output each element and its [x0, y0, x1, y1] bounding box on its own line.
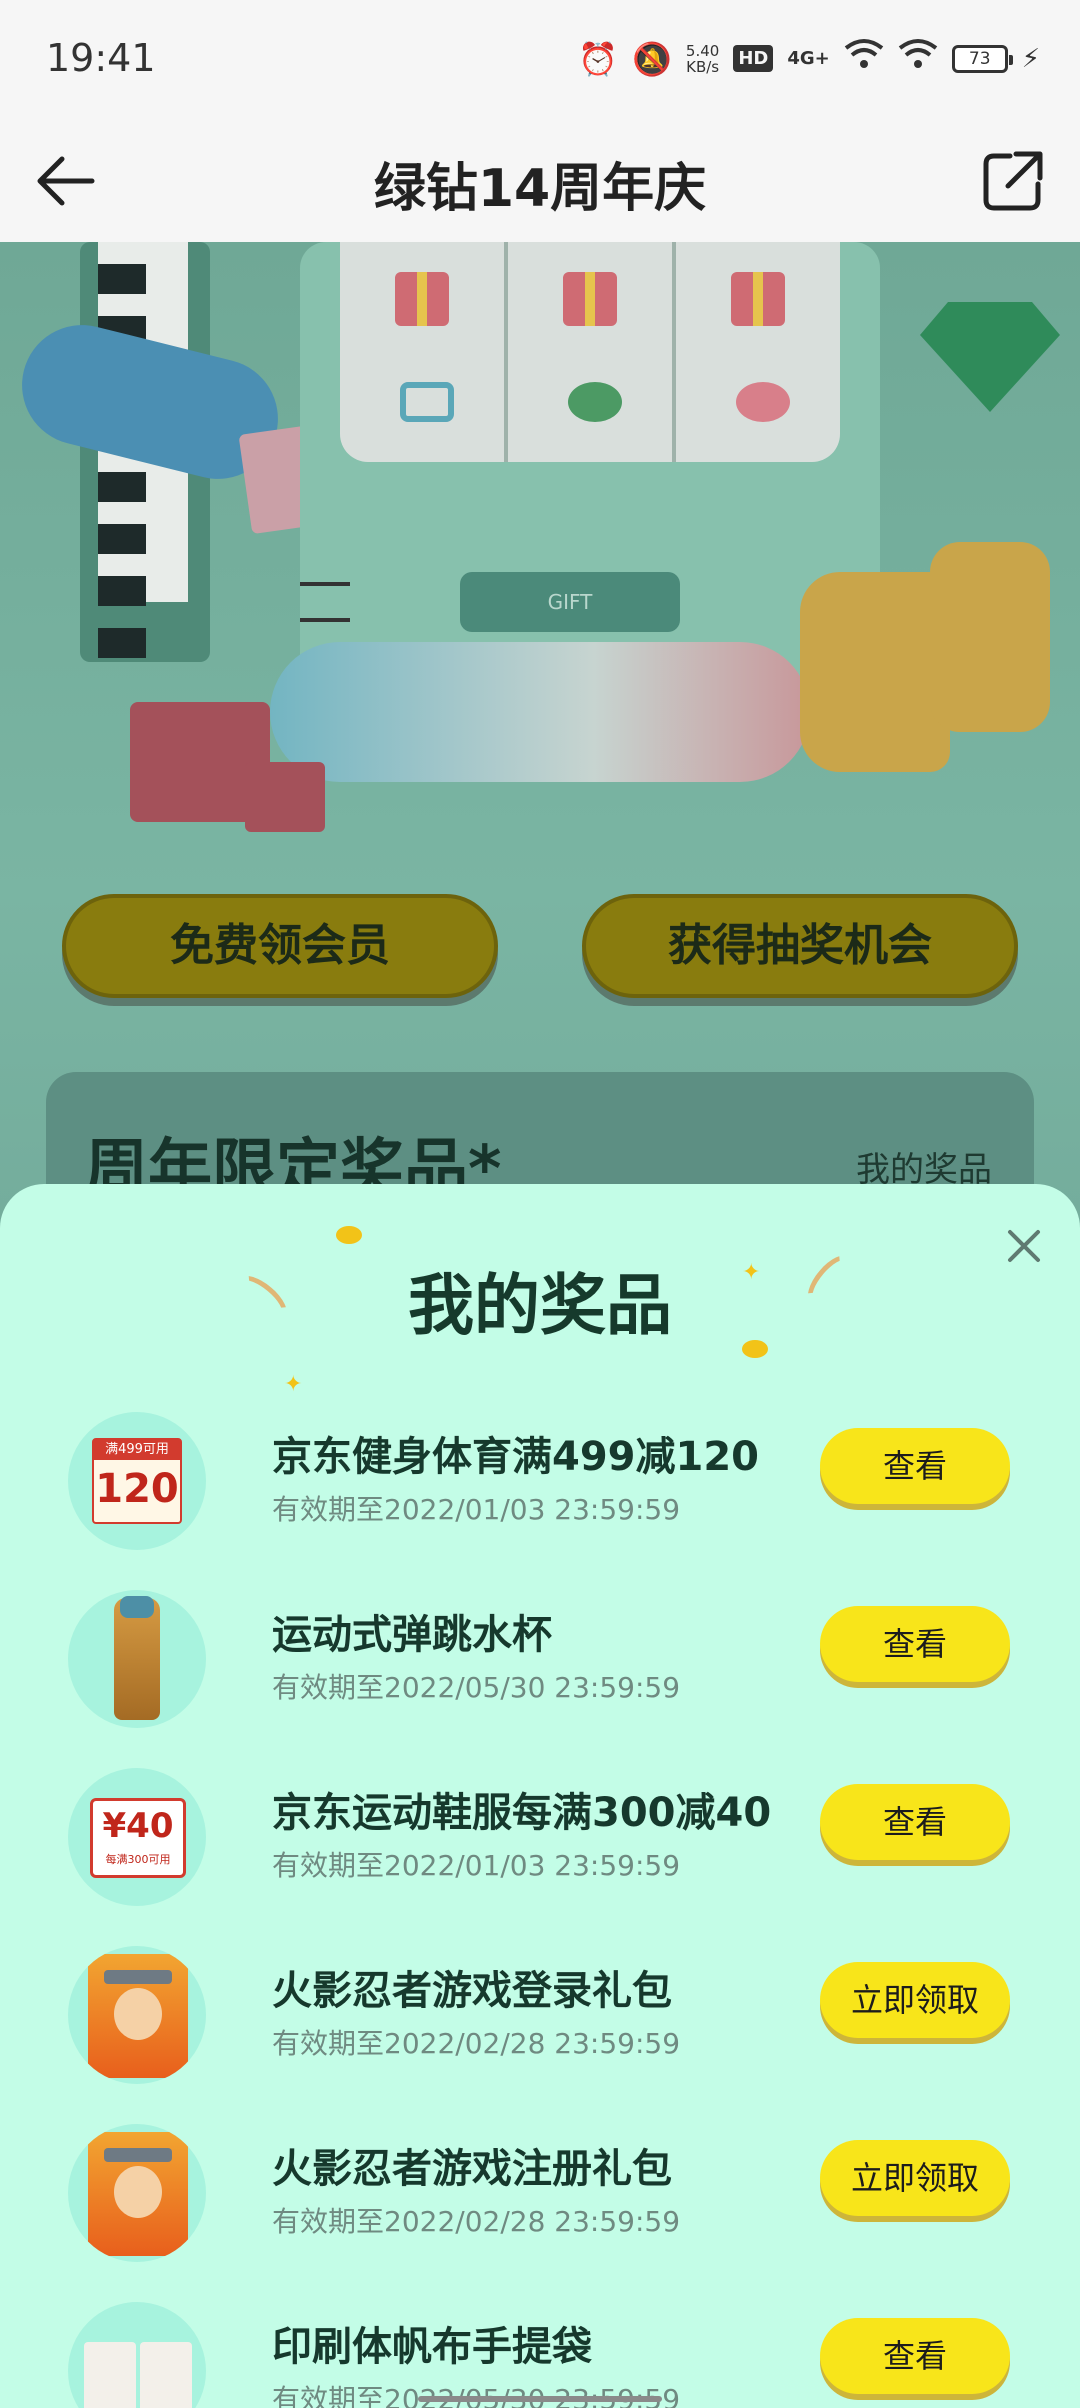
clock: 19:41: [46, 36, 156, 80]
network-speed: 5.40 KB/s: [686, 43, 719, 75]
close-icon[interactable]: [1004, 1226, 1044, 1266]
claim-now-button[interactable]: 立即领取: [820, 1962, 1010, 2038]
prize-expiry: 有效期至2022/01/03 23:59:59: [272, 1849, 681, 1882]
prize-name: 火影忍者游戏注册礼包: [272, 2146, 672, 2192]
alarm-icon: ⏰: [578, 39, 619, 78]
prize-expiry: 有效期至2022/02/28 23:59:59: [272, 2027, 681, 2060]
coupon-value: 120: [95, 1466, 179, 1512]
prize-image-tote-bag: [68, 2302, 206, 2408]
wifi-icon: [898, 38, 938, 79]
prize-expiry: 有效期至2022/05/30 23:59:59: [272, 2383, 680, 2408]
sparkle-icon: ✦: [284, 1372, 303, 1397]
view-button[interactable]: 查看: [820, 1428, 1010, 1504]
coin-icon: [336, 1226, 362, 1244]
prize-name: 京东健身体育满499减120: [272, 1434, 759, 1480]
prize-name: 京东运动鞋服每满300减40: [272, 1790, 772, 1836]
coupon-condition: 每满300可用: [105, 1853, 171, 1866]
sheet-title: 我的奖品: [408, 1267, 672, 1344]
legs-illustration: [270, 642, 810, 782]
gift-slot: GIFT: [460, 572, 680, 632]
prize-image-coupon: 满499可用 120: [68, 1412, 206, 1550]
home-indicator[interactable]: [418, 2396, 662, 2402]
prize-item: ¥40 每满300可用 京东运动鞋服每满300减40 有效期至2022/01/0…: [0, 1754, 1080, 1932]
view-button[interactable]: 查看: [820, 1784, 1010, 1860]
network-speed-unit: KB/s: [686, 57, 720, 76]
wifi-icon: [844, 38, 884, 79]
page-title: 绿钻14周年庆: [373, 159, 707, 219]
prize-item: 印刷体帆布手提袋 有效期至2022/05/30 23:59:59 查看: [0, 2288, 1080, 2408]
coupon-value: ¥40: [102, 1806, 174, 1846]
status-bar: 19:41 ⏰ 🔕 5.40 KB/s HD 4G+ 73 ⚡: [0, 0, 1080, 120]
prize-expiry: 有效期至2022/02/28 23:59:59: [272, 2205, 681, 2238]
status-icons: ⏰ 🔕 5.40 KB/s HD 4G+ 73 ⚡: [578, 38, 1040, 79]
shoe-illustration: [800, 572, 950, 772]
present-box-illustration: [245, 762, 325, 832]
green-diamond-icon: [920, 302, 1060, 412]
view-button[interactable]: 查看: [820, 2318, 1010, 2394]
charging-icon: ⚡: [1021, 43, 1040, 74]
prize-item: 火影忍者游戏登录礼包 有效期至2022/02/28 23:59:59 立即领取: [0, 1932, 1080, 2110]
prize-item: 满499可用 120 京东健身体育满499减120 有效期至2022/01/03…: [0, 1398, 1080, 1576]
prize-name: 火影忍者游戏登录礼包: [272, 1968, 672, 2014]
lottery-chance-button[interactable]: 获得抽奖机会: [582, 894, 1018, 998]
network-speed-value: 5.40: [685, 41, 720, 60]
prize-image-water-bottle: [68, 1590, 206, 1728]
my-prizes-sheet: ✦ ✦ 我的奖品 满499可用 120 京东健身体育满499减120 有效期至2…: [0, 1184, 1080, 2408]
mute-icon: 🔕: [632, 39, 672, 78]
title-bar: 绿钻14周年庆: [0, 120, 1080, 242]
prize-expiry: 有效期至2022/01/03 23:59:59: [272, 1493, 681, 1526]
hd-icon: HD: [733, 45, 774, 72]
prize-image-naruto: [68, 2124, 206, 2262]
prize-image-coupon: ¥40 每满300可用: [68, 1768, 206, 1906]
prize-item: 运动式弹跳水杯 有效期至2022/05/30 23:59:59 查看: [0, 1576, 1080, 1754]
prize-expiry: 有效期至2022/05/30 23:59:59: [272, 1671, 681, 1704]
shoe-illustration: [930, 542, 1050, 732]
prize-name: 运动式弹跳水杯: [272, 1612, 552, 1658]
view-button[interactable]: 查看: [820, 1606, 1010, 1682]
prize-item: 火影忍者游戏注册礼包 有效期至2022/02/28 23:59:59 立即领取: [0, 2110, 1080, 2288]
prize-list: 满499可用 120 京东健身体育满499减120 有效期至2022/01/03…: [0, 1398, 1080, 2408]
signal-icon: 4G+: [787, 48, 830, 69]
prize-image-naruto: [68, 1946, 206, 2084]
free-member-button[interactable]: 免费领会员: [62, 894, 498, 998]
external-share-icon[interactable]: [976, 144, 1050, 218]
coupon-condition: 满499可用: [94, 1440, 180, 1460]
prize-name: 印刷体帆布手提袋: [272, 2324, 592, 2370]
battery-icon: 73: [951, 44, 1013, 73]
claim-now-button[interactable]: 立即领取: [820, 2140, 1010, 2216]
